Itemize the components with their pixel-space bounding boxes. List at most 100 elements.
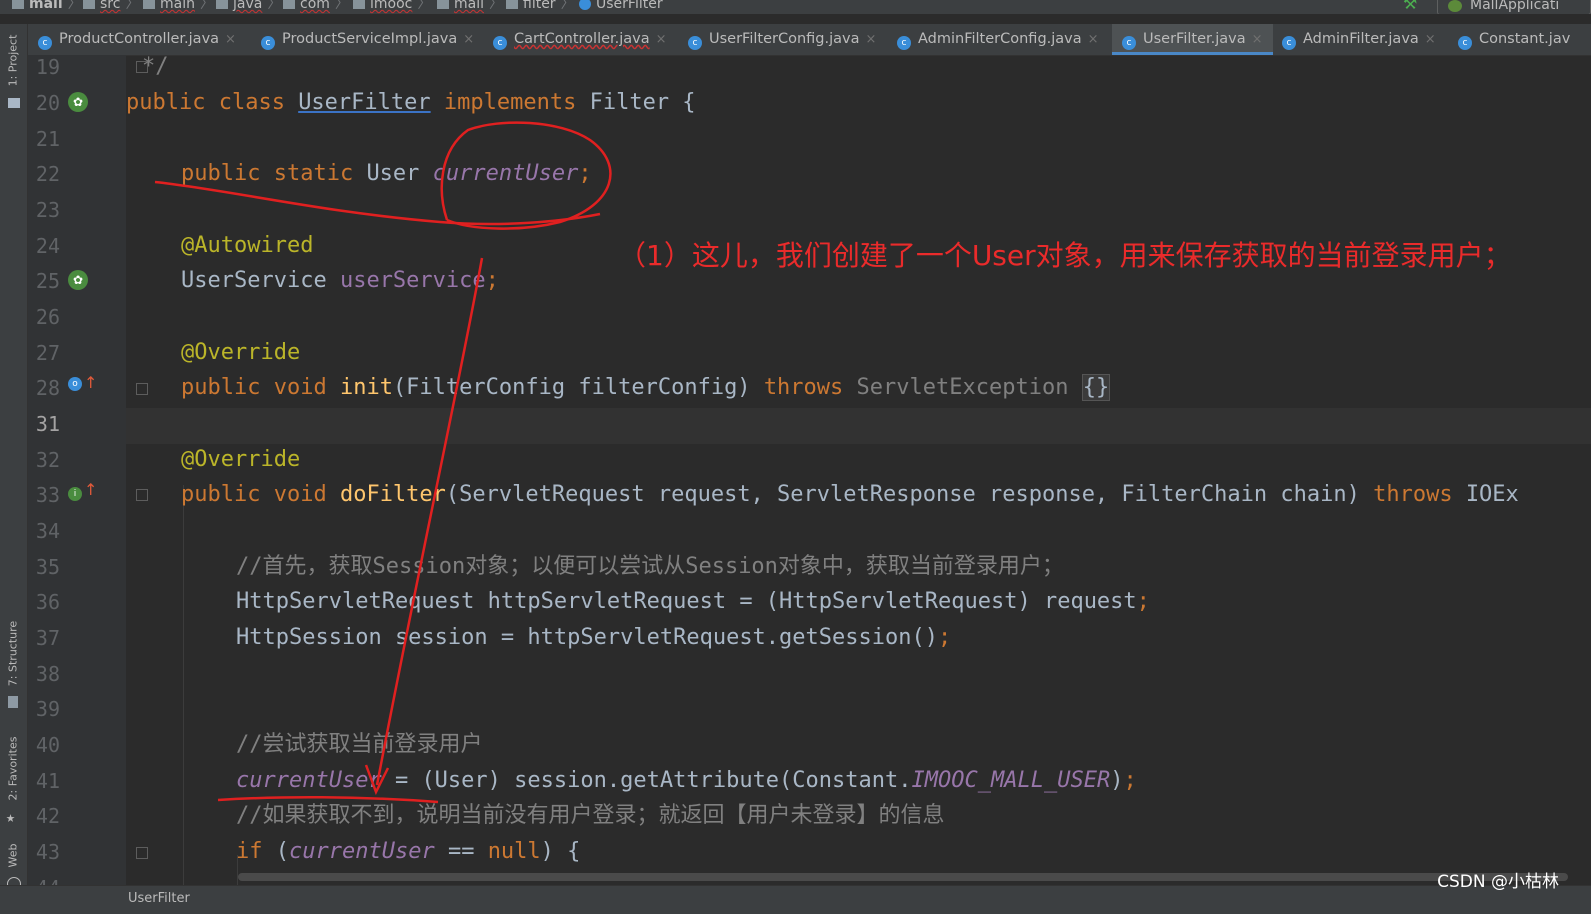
line-number: 21 — [35, 127, 60, 151]
code-line-36: HttpServletRequest httpServletRequest = … — [236, 589, 1150, 614]
line-number: 37 — [35, 626, 60, 650]
structure-breadcrumb[interactable]: UserFilter — [128, 891, 190, 906]
code-line-19: */ — [142, 55, 169, 79]
code-line-37: HttpSession session = httpServletRequest… — [236, 625, 952, 650]
annotation-note: （1）这儿，我们创建了一个User对象，用来保存获取的当前登录用户； — [618, 239, 1512, 272]
line-number: 40 — [35, 733, 60, 757]
close-icon[interactable]: × — [656, 32, 667, 47]
code-line-41: currentUser = (User) session.getAttribut… — [236, 768, 1137, 793]
line-number: 23 — [35, 198, 60, 222]
class-icon: c — [688, 36, 702, 50]
folder-icon — [216, 0, 228, 9]
class-icon: c — [38, 36, 52, 50]
horizontal-scrollbar[interactable] — [238, 873, 1568, 881]
current-line-highlight — [126, 408, 1591, 444]
close-icon[interactable]: × — [1252, 32, 1263, 47]
class-icon: c — [261, 36, 275, 50]
web-tool-tab[interactable]: Web — [7, 844, 20, 868]
package-icon — [283, 0, 295, 9]
close-icon[interactable]: × — [463, 32, 474, 47]
tab-cartcontroller[interactable]: c CartController.java × — [493, 24, 667, 55]
tab-adminfilter[interactable]: c AdminFilter.java × — [1282, 24, 1436, 55]
implements-method-icon[interactable]: o — [68, 377, 82, 391]
class-icon: c — [897, 36, 911, 50]
line-number: 35 — [35, 555, 60, 579]
indent-guide — [183, 485, 184, 885]
tab-productserviceimpl[interactable]: c ProductServiceImpl.java × — [261, 24, 474, 55]
package-icon — [437, 0, 449, 9]
up-arrow-icon[interactable]: ↑ — [84, 373, 97, 392]
line-number: 25 — [35, 269, 60, 293]
code-line-24: @Autowired — [181, 233, 314, 258]
line-number-current: 31 — [35, 412, 60, 436]
close-icon[interactable]: × — [1088, 32, 1099, 47]
breadcrumb-item-java[interactable]: java 〉 — [216, 0, 281, 11]
line-number: 27 — [35, 341, 60, 365]
structure-tool-tab[interactable]: 7: Structure — [7, 621, 20, 686]
editor-status-bar: UserFilter — [0, 885, 1591, 914]
code-line-40: //尝试获取当前登录用户 — [236, 732, 483, 757]
breadcrumb-item-main[interactable]: main 〉 — [143, 0, 214, 11]
tab-constant[interactable]: c Constant.jav — [1458, 24, 1570, 55]
project-tool-tab[interactable]: 1: Project — [7, 35, 20, 87]
editor-gutter[interactable]: 19 20 21 22 23 24 25 26 27 28 31 32 33 3… — [28, 55, 148, 900]
class-icon: c — [493, 36, 507, 50]
breadcrumb-item-mall-package[interactable]: mall 〉 — [437, 0, 503, 11]
build-hammer-icon[interactable]: ⚒ — [1403, 0, 1417, 12]
tab-adminfilterconfig[interactable]: c AdminFilterConfig.java × — [897, 24, 1099, 55]
override-method-icon[interactable]: i — [68, 487, 82, 501]
favorites-tool-tab[interactable]: 2: Favorites — [7, 737, 20, 801]
folder-icon — [12, 0, 24, 9]
tab-productcontroller[interactable]: c ProductController.java × — [38, 24, 236, 55]
spring-bean-gutter-icon[interactable]: ✿ — [68, 92, 88, 112]
autowired-navigate-icon[interactable]: ✿ — [68, 270, 88, 290]
class-name-userfilter: UserFilter — [298, 90, 431, 115]
line-number: 28 — [35, 376, 60, 400]
editor-tab-bar: c ProductController.java × c ProductService… — [28, 24, 1591, 56]
folder-icon — [83, 0, 95, 9]
line-number: 26 — [35, 305, 60, 329]
run-configuration-select[interactable]: MallApplicati — [1437, 0, 1591, 14]
close-icon[interactable]: × — [865, 32, 876, 47]
close-icon[interactable]: × — [1425, 32, 1436, 47]
class-icon: c — [1122, 36, 1136, 50]
code-line-27: @Override — [181, 340, 301, 365]
up-arrow-icon[interactable]: ↑ — [84, 480, 97, 499]
line-number: 39 — [35, 697, 60, 721]
line-number: 22 — [35, 162, 60, 186]
folder-icon — [143, 0, 155, 9]
spring-boot-icon — [1448, 0, 1462, 12]
code-line-35: //首先，获取Session对象；以便可以尝试从Session对象中，获取当前登… — [236, 554, 1064, 579]
line-number: 32 — [35, 448, 60, 472]
code-line-32: @Override — [181, 447, 301, 472]
structure-icon[interactable] — [8, 696, 18, 708]
line-number: 24 — [35, 234, 60, 258]
breadcrumb-item-src[interactable]: src 〉 — [83, 0, 139, 11]
navigation-breadcrumb: mall 〉 src 〉 main 〉 java 〉 com 〉 imooc 〉 mall 〉… — [0, 0, 1591, 14]
favorites-star-icon[interactable]: ★ — [6, 808, 15, 826]
line-number: 19 — [35, 55, 60, 79]
code-editor[interactable]: */ public class UserFilter implements Fi… — [126, 55, 1591, 885]
package-icon — [353, 0, 365, 9]
close-icon[interactable]: × — [225, 32, 236, 47]
breadcrumb-item-com[interactable]: com 〉 — [283, 0, 349, 11]
tab-userfilterconfig[interactable]: c UserFilterConfig.java × — [688, 24, 876, 55]
breadcrumb-item-mall[interactable]: mall 〉 — [12, 0, 82, 11]
breadcrumb-item-filter[interactable]: filter 〉 — [506, 0, 575, 11]
class-icon — [579, 0, 591, 10]
project-folder-icon[interactable] — [8, 98, 20, 108]
line-number: 34 — [35, 519, 60, 543]
field-currentuser: currentUser — [432, 161, 579, 186]
breadcrumb-item-userfilter[interactable]: UserFilter — [579, 0, 663, 11]
code-line-20: public class UserFilter implements Filte… — [126, 90, 696, 115]
code-line-25: UserService userService; — [181, 268, 499, 293]
line-number: 36 — [35, 590, 60, 614]
line-number: 20 — [35, 91, 60, 115]
tab-userfilter[interactable]: c UserFilter.java × — [1112, 24, 1273, 55]
code-line-43: if (currentUser == null) { — [236, 839, 581, 864]
package-icon — [506, 0, 518, 9]
class-icon: c — [1282, 36, 1296, 50]
csdn-watermark: CSDN @小枯林 — [1437, 872, 1559, 892]
breadcrumb-item-imooc[interactable]: imooc 〉 — [353, 0, 431, 11]
line-number: 42 — [35, 804, 60, 828]
